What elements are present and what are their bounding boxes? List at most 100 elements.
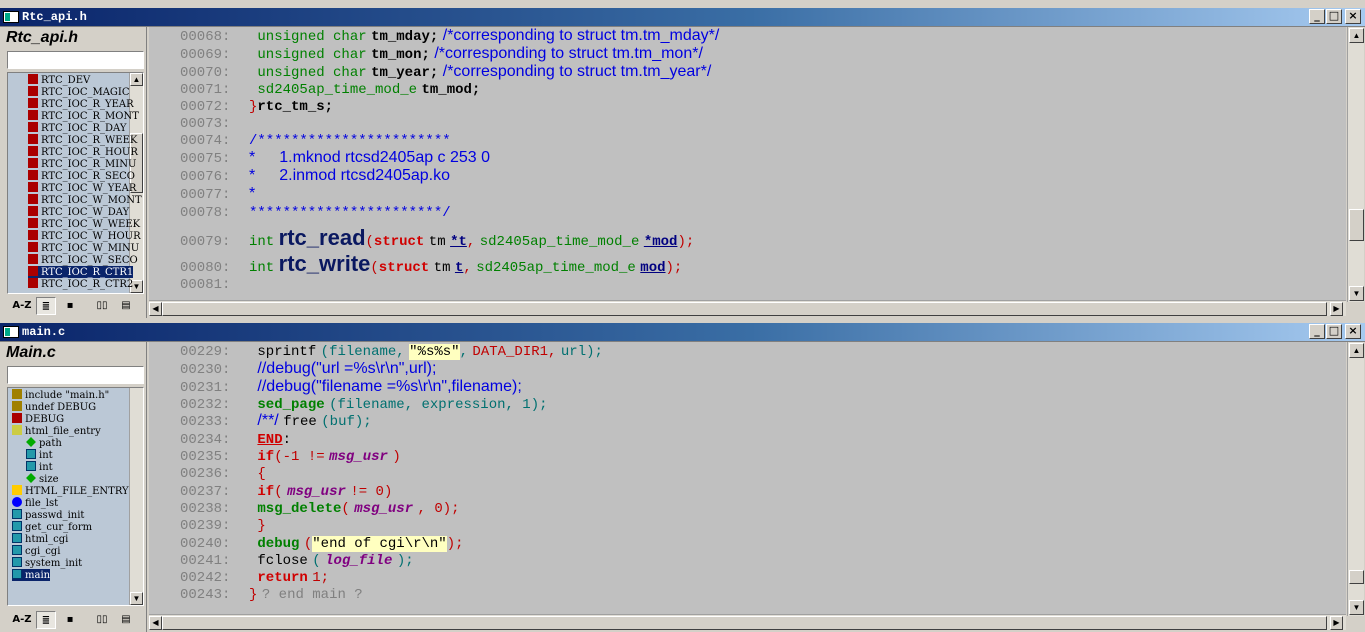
symbol-list-item[interactable]: path xyxy=(26,437,62,449)
scroll-down-arrow[interactable]: ▼ xyxy=(1349,600,1364,615)
scroll-left-arrow[interactable]: ◀ xyxy=(149,616,162,630)
macro-icon xyxy=(28,134,38,144)
symbol-list-item[interactable]: include "main.h" xyxy=(12,389,109,401)
file-name-heading: Rtc_api.h xyxy=(6,29,79,46)
function-icon xyxy=(12,557,22,567)
category-view-button[interactable]: ▪ xyxy=(60,611,80,629)
book-icon[interactable]: ▯▯ xyxy=(92,611,112,629)
symbol-list-item[interactable]: system_init xyxy=(12,557,82,569)
symbol-list-item[interactable]: RTC_IOC_W_MONT xyxy=(28,194,142,206)
code-editor[interactable]: 00229: sprintf (filename, "%s%s", DATA_D… xyxy=(149,342,1346,616)
scroll-right-arrow[interactable]: ▶ xyxy=(1330,616,1343,630)
scroll-thumb[interactable] xyxy=(162,616,1327,630)
function-icon xyxy=(12,545,22,555)
close-button[interactable]: × xyxy=(1345,324,1361,339)
book-icon[interactable]: ▯▯ xyxy=(92,297,112,315)
sort-az-button[interactable]: A-Z xyxy=(12,297,32,315)
code-editor[interactable]: 00068: unsigned char tm_mday; /*correspo… xyxy=(149,27,1346,302)
symbol-list-item[interactable]: passwd_init xyxy=(12,509,84,521)
symbol-list-scrollbar[interactable]: ▼ xyxy=(129,388,143,605)
code-line: 00234: END: xyxy=(180,432,292,448)
close-button[interactable]: × xyxy=(1345,9,1361,24)
symbol-list-item[interactable]: html_file_entry xyxy=(12,425,101,437)
symbol-list-item[interactable]: cgi_cgi xyxy=(12,545,60,557)
properties-icon[interactable]: ▤ xyxy=(116,611,136,629)
scroll-thumb[interactable] xyxy=(1349,209,1364,241)
symbol-list-item[interactable]: int xyxy=(26,449,53,461)
symbol-list-item[interactable]: RTC_IOC_R_DAY xyxy=(28,122,126,134)
symbol-list-item[interactable]: RTC_IOC_W_HOUR xyxy=(28,230,141,242)
symbol-list-item[interactable]: RTC_IOC_R_CTR2 xyxy=(28,278,133,290)
symbol-list-item[interactable]: RTC_IOC_W_YEAR xyxy=(28,182,136,194)
member-icon xyxy=(26,473,36,483)
symbol-list-item[interactable]: html_cgi xyxy=(12,533,68,545)
symbol-list-item[interactable]: main xyxy=(12,569,51,581)
symbol-list-item[interactable]: DEBUG xyxy=(12,413,64,425)
symbol-list-item[interactable]: RTC_IOC_R_CTR1 xyxy=(28,266,134,278)
symbol-label: RTC_IOC_R_WEEK xyxy=(41,135,138,146)
symbol-list-item[interactable]: RTC_IOC_W_WEEK xyxy=(28,218,140,230)
scroll-right-arrow[interactable]: ▶ xyxy=(1330,302,1343,316)
symbol-list-item[interactable]: RTC_IOC_R_SECO xyxy=(28,170,135,182)
scroll-down-arrow[interactable]: ▼ xyxy=(1349,286,1364,301)
code-line: 00237: if( msg_usr != 0) xyxy=(180,484,393,500)
symbol-list-item[interactable]: get_cur_form xyxy=(12,521,92,533)
symbol-list-item[interactable]: RTC_DEV xyxy=(28,74,90,86)
symbol-list-item[interactable]: undef DEBUG xyxy=(12,401,96,413)
symbol-list-item[interactable]: RTC_IOC_R_WEEK xyxy=(28,134,137,146)
macro-icon xyxy=(28,98,38,108)
symbol-list[interactable]: ▼ include "main.h" undef DEBUG DEBUG html_f… xyxy=(7,387,144,606)
symbol-list-item[interactable]: int xyxy=(26,461,53,473)
symbol-label: html_cgi xyxy=(25,534,69,545)
file-name-heading: Main.c xyxy=(6,344,56,361)
macro-icon xyxy=(28,146,38,156)
code-line: 00074:/*********************** xyxy=(180,133,451,149)
scroll-down-arrow[interactable]: ▼ xyxy=(130,592,143,605)
symbol-list-item[interactable]: RTC_IOC_W_MINU xyxy=(28,242,139,254)
window-title: Rtc_api.h xyxy=(22,10,87,24)
symbol-list[interactable]: ▲ ▼ RTC_DEV RTC_IOC_MAGIC RTC_IOC_R_YEAR RT… xyxy=(7,72,144,294)
list-view-button[interactable]: ≣ xyxy=(36,297,56,315)
symbol-list-item[interactable]: RTC_IOC_R_MINU xyxy=(28,158,136,170)
symbol-list-item[interactable]: file_lst xyxy=(12,497,58,509)
vertical-scrollbar[interactable]: ▲ ▼ xyxy=(1347,342,1364,616)
symbol-label: html_file_entry xyxy=(25,426,101,437)
horizontal-scrollbar[interactable]: ◀ ▶ xyxy=(149,300,1346,316)
macro-icon xyxy=(28,206,38,216)
scroll-up-arrow[interactable]: ▲ xyxy=(1349,343,1364,358)
symbol-label: include "main.h" xyxy=(25,390,110,401)
horizontal-scrollbar[interactable]: ◀ ▶ xyxy=(149,614,1346,630)
symbol-label: RTC_IOC_R_CTR2 xyxy=(41,279,134,290)
macro-icon xyxy=(28,194,38,204)
symbol-label: RTC_IOC_R_MONT xyxy=(41,111,139,122)
maximize-button[interactable]: □ xyxy=(1326,9,1342,24)
properties-icon[interactable]: ▤ xyxy=(116,297,136,315)
symbol-list-item[interactable]: RTC_IOC_R_MONT xyxy=(28,110,139,122)
scroll-thumb[interactable] xyxy=(1349,570,1364,584)
symbol-list-item[interactable]: size xyxy=(26,473,59,485)
sort-az-button[interactable]: A-Z xyxy=(12,611,32,629)
macro-icon xyxy=(28,242,38,252)
scroll-up-arrow[interactable]: ▲ xyxy=(1349,28,1364,43)
category-view-button[interactable]: ▪ xyxy=(60,297,80,315)
symbol-list-item[interactable]: RTC_IOC_R_HOUR xyxy=(28,146,138,158)
macro-icon xyxy=(28,182,38,192)
scroll-up-arrow[interactable]: ▲ xyxy=(130,73,143,86)
symbol-list-item[interactable]: RTC_IOC_R_YEAR xyxy=(28,98,134,110)
symbol-list-item[interactable]: RTC_IOC_MAGIC xyxy=(28,86,130,98)
scroll-thumb[interactable] xyxy=(162,302,1327,316)
symbol-list-item[interactable]: RTC_IOC_W_SECO xyxy=(28,254,138,266)
code-line: 00230: //debug("url =%s\r\n",url); xyxy=(180,360,437,378)
symbol-list-item[interactable]: HTML_FILE_ENTRY xyxy=(12,485,129,497)
list-view-button[interactable]: ≣ xyxy=(36,611,56,629)
maximize-button[interactable]: □ xyxy=(1326,324,1342,339)
symbol-list-item[interactable]: RTC_IOC_W_DAY xyxy=(28,206,129,218)
scroll-left-arrow[interactable]: ◀ xyxy=(149,302,162,316)
symbol-label: RTC_IOC_W_MONT xyxy=(41,195,142,206)
minimize-button[interactable]: _ xyxy=(1309,9,1325,24)
minimize-button[interactable]: _ xyxy=(1309,324,1325,339)
include-icon xyxy=(12,401,22,411)
vertical-scrollbar[interactable]: ▲ ▼ xyxy=(1347,27,1364,302)
symbol-filter-input[interactable] xyxy=(7,366,144,384)
symbol-filter-input[interactable] xyxy=(7,51,144,69)
